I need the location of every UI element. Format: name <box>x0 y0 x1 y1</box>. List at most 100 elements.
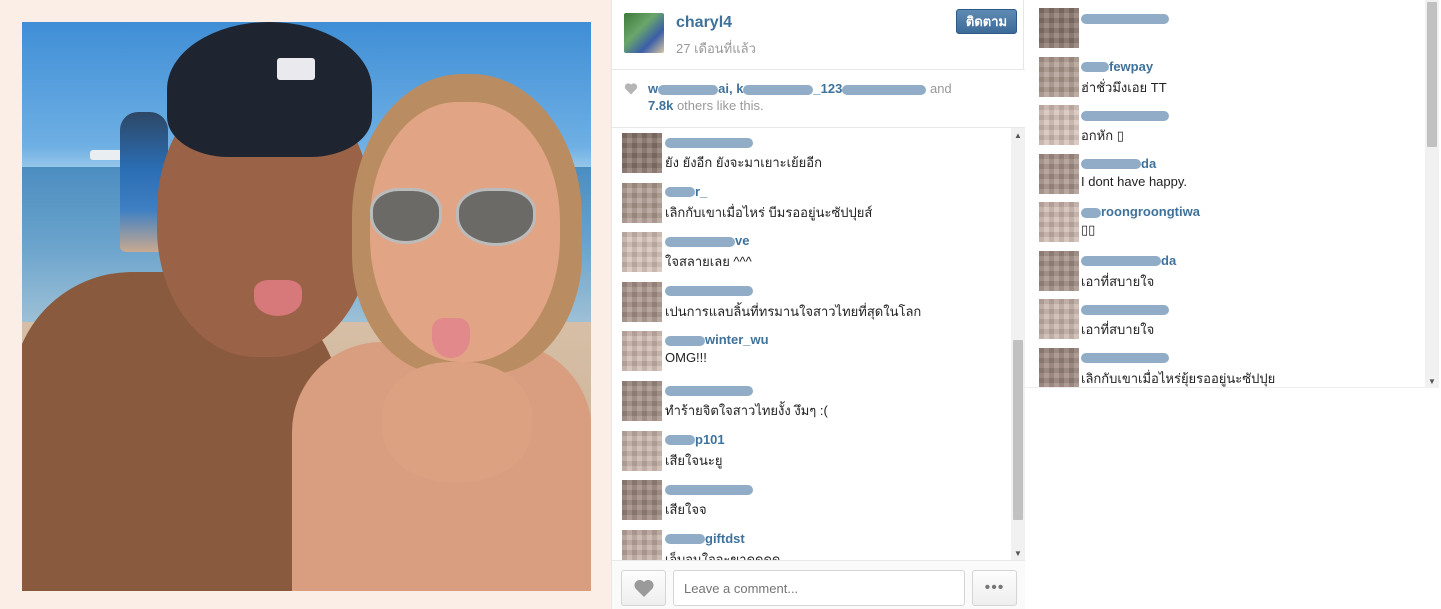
redacted-name <box>1081 13 1169 24</box>
commenter-avatar[interactable] <box>622 133 662 173</box>
redacted-name <box>842 84 927 95</box>
scrollbar-thumb[interactable] <box>1013 340 1023 520</box>
commenter-avatar[interactable] <box>1039 299 1079 339</box>
comment-text: เจ็บจนใจจะขาดดดด <box>665 551 781 560</box>
likes-count: 7.8k others like this. <box>648 98 764 113</box>
redacted-name <box>665 435 695 446</box>
commenter-username-text[interactable]: ve <box>735 233 749 248</box>
redacted-name <box>1081 256 1161 267</box>
commenter-username-text[interactable]: roongroongtiwa <box>1101 204 1200 219</box>
comment-text: ฮ่าชั่วมึงเอย TT <box>1081 79 1167 95</box>
redacted-name <box>658 84 719 95</box>
commenter-avatar[interactable] <box>1039 250 1079 291</box>
commenter-username-text[interactable]: da <box>1161 253 1176 268</box>
follow-button[interactable]: ติดตาม <box>956 9 1017 34</box>
commenter-avatar[interactable] <box>622 480 662 521</box>
commenter-avatar[interactable] <box>1039 8 1079 48</box>
comment-row: roongroongtiwa ▯▯ <box>1025 198 1425 246</box>
commenter-username[interactable]: p101 <box>665 432 725 447</box>
commenter-avatar[interactable] <box>622 232 662 273</box>
commenter-username[interactable]: ve <box>665 233 749 248</box>
commenter-username-text[interactable]: da <box>1141 156 1156 171</box>
like-button[interactable] <box>621 570 666 606</box>
post-time[interactable]: 27 เดือนที่แล้ว <box>676 38 756 59</box>
comment-text: เอาที่สบายใจ <box>1081 322 1155 337</box>
comment-row: r_ เลิกกับเขาเมื่อไหร่ บีมรออยู่นะซัปปุยส… <box>612 180 1011 228</box>
redacted-name <box>1081 304 1169 315</box>
scrollbar-thumb[interactable] <box>1427 2 1437 147</box>
commenter-avatar[interactable] <box>1039 153 1079 194</box>
redacted-name <box>743 84 814 95</box>
comments-scrollbar[interactable]: ▲ ▼ <box>1011 128 1025 560</box>
comment-row: เปนการแลบลิ้นที่ทรมานใจสาวไทยที่สุดในโลก <box>612 279 1011 327</box>
more-options-button[interactable]: ••• <box>972 570 1017 606</box>
comment-text: เสียใจจ <box>665 502 707 518</box>
redacted-name <box>1081 110 1169 121</box>
commenter-avatar[interactable] <box>622 529 662 560</box>
comment-row: da เอาที่สบายใจ <box>1025 247 1425 295</box>
commenter-avatar[interactable] <box>622 182 662 223</box>
commenter-username[interactable] <box>1081 107 1169 122</box>
commenter-username[interactable] <box>665 134 753 149</box>
commenter-username-text[interactable]: r_ <box>695 184 707 199</box>
commenter-avatar[interactable] <box>1039 347 1079 387</box>
commenter-username-text[interactable]: p101 <box>695 432 725 447</box>
comment-text: OMG!!! <box>665 350 707 366</box>
commenter-username[interactable]: winter_wu <box>665 332 769 347</box>
liker-fragment[interactable]: w <box>648 81 658 96</box>
comment-row <box>1025 4 1425 52</box>
scroll-up-icon[interactable]: ▲ <box>1011 128 1025 142</box>
secondary-scrollbar[interactable]: ▼ <box>1425 0 1439 388</box>
post-photo[interactable] <box>22 22 591 591</box>
commenter-avatar[interactable] <box>622 381 662 421</box>
comment-input[interactable] <box>673 570 965 606</box>
commenter-username[interactable] <box>665 283 753 298</box>
secondary-comments-list: fewpay ฮ่าชั่วมึงเอย TT อกหัก ▯ da I dont ha… <box>1025 0 1425 388</box>
scroll-down-icon[interactable]: ▼ <box>1011 546 1025 560</box>
comment-text: ยัง ยังอีก ยังจะมาเยาะเย้ยอีก <box>665 155 822 170</box>
heart-icon <box>624 83 638 95</box>
commenter-avatar[interactable] <box>1039 202 1079 242</box>
comment-text: เลิกกับเขาเมื่อไหร่ บีมรออยู่นะซัปปุยส์ <box>665 204 873 220</box>
scroll-down-icon[interactable]: ▼ <box>1425 374 1439 388</box>
commenter-username[interactable]: fewpay <box>1081 59 1153 74</box>
photo-hands <box>382 362 532 482</box>
author-avatar[interactable] <box>624 13 664 53</box>
commenter-avatar[interactable] <box>1039 56 1079 97</box>
photo-tongue-man <box>254 280 302 316</box>
commenter-username[interactable]: roongroongtiwa <box>1081 204 1200 219</box>
commenter-username[interactable]: r_ <box>665 184 707 199</box>
commenter-username[interactable] <box>1081 350 1169 365</box>
commenter-avatar[interactable] <box>622 331 662 372</box>
comment-row: winter_wu OMG!!! <box>612 328 1011 376</box>
commenter-avatar[interactable] <box>622 430 662 471</box>
commenter-username-text[interactable]: giftdst <box>705 531 745 546</box>
photo-panel <box>0 0 611 609</box>
commenter-username[interactable] <box>1081 10 1169 25</box>
likes-number[interactable]: 7.8k <box>648 98 673 113</box>
commenter-avatar[interactable] <box>1039 105 1079 145</box>
liker-fragment[interactable]: ai, k <box>718 81 743 96</box>
post-header: charyl4 27 เดือนที่แล้ว ติดตาม <box>612 0 1025 70</box>
comment-text: ใจสลายเลย ^^^ <box>665 254 752 270</box>
commenter-username-text[interactable]: fewpay <box>1109 59 1153 74</box>
commenter-username[interactable] <box>665 382 753 397</box>
comment-bar: ••• <box>612 560 1025 609</box>
commenter-avatar[interactable] <box>622 281 662 322</box>
liker-fragment[interactable]: _123 <box>813 81 842 96</box>
photo-cap <box>167 22 372 157</box>
heart-icon <box>633 579 654 597</box>
redacted-name <box>665 286 753 297</box>
secondary-comments-panel: fewpay ฮ่าชั่วมึงเอย TT อกหัก ▯ da I dont ha… <box>1025 0 1441 609</box>
author-username[interactable]: charyl4 <box>676 14 732 32</box>
commenter-username[interactable] <box>1081 301 1169 316</box>
commenter-username-text[interactable]: winter_wu <box>705 332 769 347</box>
commenter-username[interactable]: da <box>1081 253 1176 268</box>
photo-cap-logo <box>277 58 315 80</box>
comment-text: เอาที่สบายใจ <box>1081 273 1155 289</box>
commenter-username[interactable] <box>665 481 753 496</box>
likers-list[interactable]: w ai, k _123 and <box>648 81 952 96</box>
commenter-username[interactable]: giftdst <box>665 531 745 546</box>
commenter-username[interactable]: da <box>1081 156 1156 171</box>
photo-boat <box>90 150 124 160</box>
